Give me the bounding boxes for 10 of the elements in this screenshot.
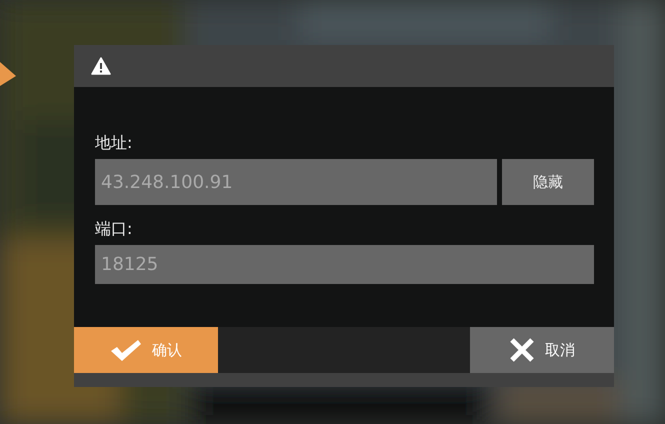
address-field[interactable]: 43.248.100.91 [95, 159, 497, 205]
confirm-button[interactable]: 确认 [74, 327, 218, 373]
checkmark-icon [110, 338, 142, 362]
hide-button[interactable]: 隐藏 [502, 159, 594, 205]
cancel-button[interactable]: 取消 [470, 327, 614, 373]
port-label: 端口: [95, 219, 132, 239]
warning-icon [91, 57, 111, 75]
close-icon [509, 337, 535, 363]
port-field[interactable]: 18125 [95, 245, 594, 284]
address-label: 地址: [95, 133, 132, 153]
